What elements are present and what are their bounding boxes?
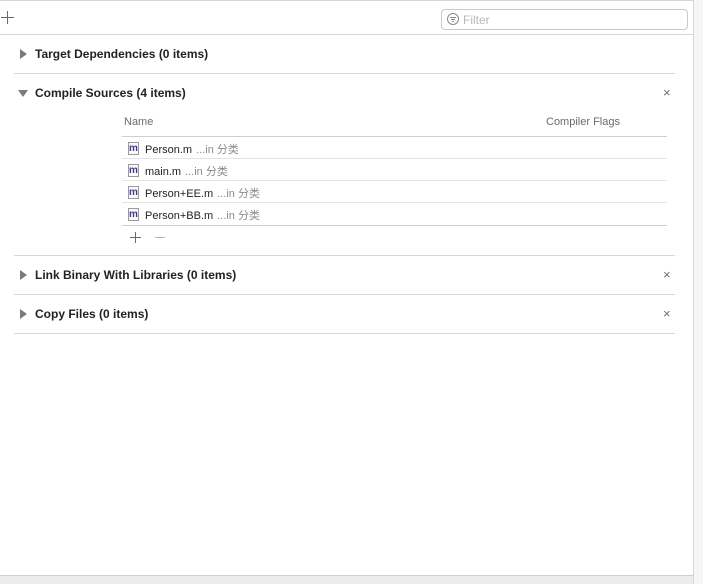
- phase-copy-files: Copy Files (0 items) ×: [14, 295, 675, 334]
- disclosure-triangle-icon[interactable]: [18, 90, 28, 97]
- phase-header-target-dependencies[interactable]: Target Dependencies (0 items): [14, 35, 675, 73]
- phase-header-compile-sources[interactable]: Compile Sources (4 items) ×: [14, 74, 675, 112]
- phase-title: Target Dependencies (0 items): [35, 47, 209, 61]
- file-location: ...in 分类: [196, 144, 239, 156]
- table-row[interactable]: m Person+EE.m ...in 分类: [122, 181, 667, 203]
- table-actions: [122, 228, 182, 248]
- table-row[interactable]: m Person+BB.m ...in 分类: [122, 203, 667, 226]
- phase-target-dependencies: Target Dependencies (0 items): [14, 35, 675, 74]
- build-phases-editor: Target Dependencies (0 items) Compile So…: [0, 0, 703, 584]
- phase-title: Compile Sources (4 items): [35, 86, 186, 100]
- phase-title: Copy Files (0 items): [35, 307, 149, 321]
- disclosure-triangle-icon[interactable]: [20, 309, 27, 319]
- objc-source-file-icon: m: [128, 186, 139, 199]
- delete-phase-close-icon[interactable]: ×: [663, 268, 671, 281]
- phase-header-link-binary[interactable]: Link Binary With Libraries (0 items) ×: [14, 256, 675, 294]
- table-row[interactable]: m main.m ...in 分类: [122, 159, 667, 181]
- delete-phase-close-icon[interactable]: ×: [663, 307, 671, 320]
- file-location: ...in 分类: [185, 166, 228, 178]
- objc-source-file-icon: m: [128, 208, 139, 221]
- add-build-phase-plus-icon[interactable]: [1, 11, 15, 25]
- file-name: main.m ...in 分类: [145, 166, 228, 178]
- objc-source-file-icon: m: [128, 164, 139, 177]
- column-header-compiler-flags[interactable]: Compiler Flags: [546, 116, 620, 128]
- filter-field[interactable]: [441, 9, 688, 30]
- file-name: Person.m ...in 分类: [145, 144, 239, 156]
- bottom-bar: [0, 575, 693, 584]
- phase-compile-sources: Compile Sources (4 items) × Name Compile…: [14, 74, 675, 256]
- remove-file-minus-icon[interactable]: [155, 232, 167, 244]
- disclosure-triangle-icon[interactable]: [20, 270, 27, 280]
- file-location: ...in 分类: [217, 188, 260, 200]
- vertical-scroll-gutter[interactable]: [693, 0, 703, 584]
- filter-icon: [447, 13, 459, 25]
- phase-title: Link Binary With Libraries (0 items): [35, 268, 237, 282]
- table-row[interactable]: m Person.m ...in 分类: [122, 137, 667, 159]
- file-name: Person+EE.m ...in 分类: [145, 188, 260, 200]
- delete-phase-close-icon[interactable]: ×: [663, 86, 671, 99]
- phase-header-copy-files[interactable]: Copy Files (0 items) ×: [14, 295, 675, 333]
- filter-input[interactable]: [463, 11, 678, 28]
- add-file-plus-icon[interactable]: [130, 232, 142, 244]
- phase-link-binary-with-libraries: Link Binary With Libraries (0 items) ×: [14, 256, 675, 295]
- file-name: Person+BB.m ...in 分类: [145, 210, 260, 222]
- build-phases-toolbar: [0, 0, 693, 35]
- file-location: ...in 分类: [217, 210, 260, 222]
- disclosure-triangle-icon[interactable]: [20, 49, 27, 59]
- column-header-name[interactable]: Name: [124, 116, 153, 128]
- objc-source-file-icon: m: [128, 142, 139, 155]
